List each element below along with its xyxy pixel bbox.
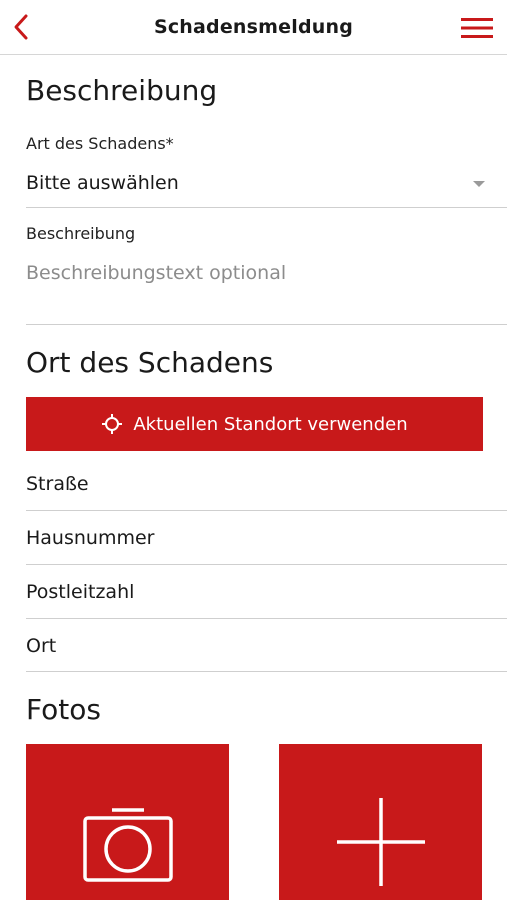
street-field[interactable]: Straße [26, 473, 89, 495]
app-header: Schadensmeldung [0, 0, 507, 55]
section-title-ort: Ort des Schadens [26, 346, 274, 379]
divider [26, 671, 507, 672]
crosshair-icon [102, 414, 123, 434]
divider [26, 207, 507, 208]
divider [26, 564, 507, 565]
camera-icon [82, 808, 173, 882]
description-label: Beschreibung [26, 224, 136, 243]
section-title-fotos: Fotos [26, 693, 101, 726]
add-photo-button[interactable] [279, 744, 482, 900]
take-photo-button[interactable] [26, 744, 229, 900]
hamburger-menu-icon [461, 18, 493, 38]
page-title: Schadensmeldung [153, 16, 354, 38]
divider [26, 618, 507, 619]
divider [26, 510, 507, 511]
dropdown-caret-icon[interactable] [473, 181, 485, 187]
damage-type-select[interactable]: Bitte auswählen [26, 172, 179, 194]
house-number-field[interactable]: Hausnummer [26, 527, 154, 549]
description-input[interactable]: Beschreibungstext optional [26, 262, 286, 284]
use-current-location-button[interactable]: Aktuellen Standort verwenden [26, 397, 483, 451]
section-title-beschreibung: Beschreibung [26, 74, 218, 107]
divider [26, 324, 507, 325]
plus-icon [336, 798, 425, 886]
city-field[interactable]: Ort [26, 635, 56, 657]
use-current-location-label: Aktuellen Standort verwenden [133, 413, 408, 435]
damage-type-label: Art des Schadens* [26, 134, 174, 153]
postal-code-field[interactable]: Postleitzahl [26, 581, 134, 603]
menu-button[interactable] [461, 16, 493, 40]
